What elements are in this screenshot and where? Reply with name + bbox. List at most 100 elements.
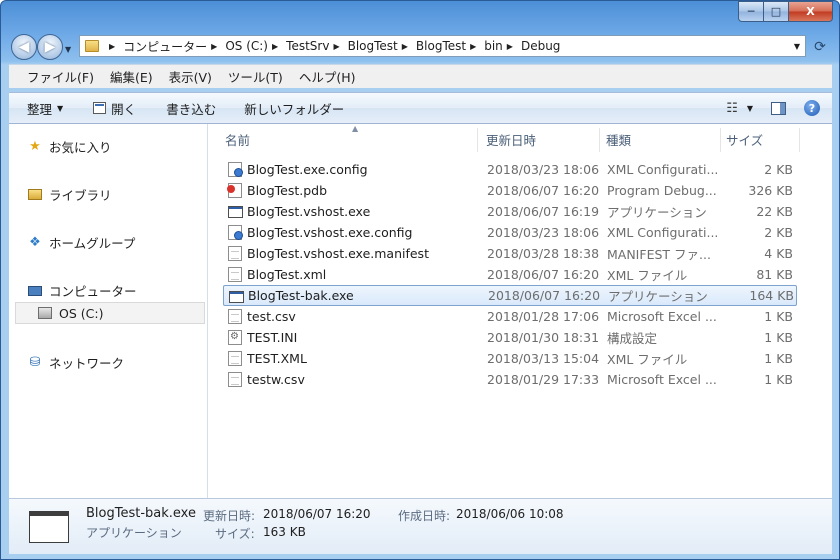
file-row[interactable]: TEST.INI 2018/01/30 18:31 構成設定 1 KB: [223, 327, 797, 348]
address-bar[interactable]: ▶ コンピューター ▶ OS (C:) ▶ TestSrv ▶ BlogTest…: [79, 35, 806, 57]
menu-file[interactable]: ファイル(F): [27, 67, 94, 86]
breadcrumb-drive[interactable]: OS (C:): [225, 39, 268, 53]
explorer-window: ─ □ X ◀ ▶ ▼ ▶ コンピューター ▶ OS (C:) ▶ TestSr…: [0, 0, 840, 560]
maximize-button[interactable]: □: [764, 1, 789, 22]
file-row[interactable]: testw.csv 2018/01/29 17:33 Microsoft Excel…: [223, 369, 797, 390]
column-header-name[interactable]: 名前: [225, 130, 250, 149]
file-row[interactable]: BlogTest.vshost.exe 2018/06/07 16:19 アプリケー…: [223, 201, 797, 222]
chevron-down-icon[interactable]: ▼: [747, 104, 753, 113]
menu-tools[interactable]: ツール(T): [228, 67, 283, 86]
forward-button[interactable]: ▶: [37, 34, 63, 60]
file-type: Program Debug...: [607, 183, 717, 198]
breadcrumb-computer[interactable]: コンピューター: [123, 38, 207, 55]
breadcrumb-arrow-icon[interactable]: ▶: [402, 42, 408, 51]
column-header-size[interactable]: サイズ: [726, 130, 763, 149]
exe-icon: [228, 206, 243, 218]
minimize-button[interactable]: ─: [738, 1, 764, 22]
forward-arrow-icon: ▶: [44, 39, 56, 55]
column-divider[interactable]: [720, 128, 721, 152]
file-date: 2018/06/07 16:20: [487, 267, 600, 282]
file-row[interactable]: BlogTest.vshost.exe.config 2018/03/23 18:…: [223, 222, 797, 243]
file-name: testw.csv: [247, 372, 305, 387]
recent-pages-dropdown[interactable]: ▼: [65, 45, 71, 54]
column-header-date[interactable]: 更新日時: [486, 130, 536, 149]
file-date: 2018/06/07 16:20: [487, 183, 600, 198]
column-divider[interactable]: [599, 128, 600, 152]
file-date: 2018/03/23 18:06: [487, 225, 600, 240]
column-divider[interactable]: [799, 128, 800, 152]
back-button[interactable]: ◀: [11, 34, 37, 60]
breadcrumb-blogtest[interactable]: BlogTest: [348, 39, 398, 53]
nav-favorites-label: お気に入り: [49, 140, 112, 155]
organize-button[interactable]: 整理 ▼: [27, 99, 63, 118]
nav-drive-c[interactable]: OS (C:): [37, 305, 103, 321]
breadcrumb-debug[interactable]: Debug: [521, 39, 560, 53]
burn-button[interactable]: 書き込む: [166, 99, 216, 118]
details-type: アプリケーション: [86, 526, 182, 540]
column-divider[interactable]: [477, 128, 478, 152]
document-icon: [228, 267, 242, 282]
file-size: 81 KB: [756, 267, 793, 282]
menu-edit[interactable]: 編集(E): [110, 67, 153, 86]
new-folder-button[interactable]: 新しいフォルダー: [244, 99, 344, 118]
breadcrumb-blogtest-sub[interactable]: BlogTest: [416, 39, 466, 53]
breadcrumb-arrow-icon[interactable]: ▶: [470, 42, 476, 51]
file-size: 4 KB: [764, 246, 793, 261]
file-row[interactable]: BlogTest.vshost.exe.manifest 2018/03/28 1…: [223, 243, 797, 264]
menu-bar: ファイル(F) 編集(E) 表示(V) ツール(T) ヘルプ(H): [9, 64, 832, 88]
breadcrumb-arrow-icon[interactable]: ▶: [333, 42, 339, 51]
file-row[interactable]: BlogTest.xml 2018/06/07 16:20 XML ファイル 81 K…: [223, 264, 797, 285]
nav-drive-label: OS (C:): [59, 305, 104, 321]
nav-libraries-label: ライブラリ: [49, 188, 112, 203]
pdb-icon: [227, 183, 242, 198]
file-size: 326 KB: [748, 183, 793, 198]
organize-label: 整理: [27, 101, 53, 117]
content-area: ★ お気に入り ライブラリ ❖ ホームグループ コンピューター OS (C:): [9, 124, 832, 498]
file-row[interactable]: test.csv 2018/01/28 17:06 Microsoft Excel …: [223, 306, 797, 327]
view-options-icon[interactable]: ☷: [726, 101, 738, 116]
refresh-button[interactable]: ⟳: [809, 37, 831, 57]
file-date: 2018/03/23 18:06: [487, 162, 600, 177]
nav-network[interactable]: ⛁ ネットワーク: [27, 353, 124, 372]
breadcrumb-arrow-icon[interactable]: ▶: [272, 42, 278, 51]
file-size: 2 KB: [764, 225, 793, 240]
network-icon: ⛁: [29, 355, 41, 370]
column-header-type[interactable]: 種類: [606, 130, 631, 149]
breadcrumb-testsrv[interactable]: TestSrv: [286, 39, 329, 53]
file-type: XML ファイル: [607, 352, 688, 367]
nav-homegroup[interactable]: ❖ ホームグループ: [27, 233, 135, 252]
file-type: XML ファイル: [607, 268, 688, 283]
menu-help[interactable]: ヘルプ(H): [299, 67, 356, 86]
menu-view[interactable]: 表示(V): [169, 67, 212, 86]
file-name: test.csv: [247, 309, 296, 324]
breadcrumb-arrow-icon[interactable]: ▶: [507, 42, 513, 51]
preview-pane-icon[interactable]: [771, 101, 786, 115]
application-large-icon: [29, 511, 69, 543]
file-date: 2018/01/30 18:31: [487, 330, 600, 345]
star-icon: ★: [29, 139, 41, 154]
open-button[interactable]: 開く: [93, 99, 136, 118]
file-name: BlogTest.vshost.exe.manifest: [247, 246, 429, 261]
library-icon: [27, 187, 43, 203]
file-date: 2018/06/07 16:20: [488, 288, 601, 303]
open-label: 開く: [111, 101, 137, 117]
close-button[interactable]: X: [789, 1, 833, 22]
nav-favorites[interactable]: ★ お気に入り: [27, 137, 112, 156]
address-dropdown-icon[interactable]: ▼: [794, 42, 800, 51]
computer-icon: [27, 283, 43, 299]
file-row[interactable]: TEST.XML 2018/03/13 15:04 XML ファイル 1 KB: [223, 348, 797, 369]
nav-libraries[interactable]: ライブラリ: [27, 185, 112, 204]
back-arrow-icon: ◀: [18, 39, 30, 55]
nav-computer[interactable]: コンピューター: [27, 281, 137, 300]
breadcrumb-bin[interactable]: bin: [484, 39, 503, 53]
file-name: BlogTest.vshost.exe: [247, 204, 371, 219]
breadcrumb-arrow-icon[interactable]: ▶: [109, 42, 115, 51]
file-row-selected[interactable]: BlogTest-bak.exe 2018/06/07 16:20 アプリケーション…: [223, 285, 797, 306]
help-icon[interactable]: ?: [804, 100, 820, 116]
file-row[interactable]: BlogTest.exe.config 2018/03/23 18:06 XML C…: [223, 159, 797, 180]
file-size: 1 KB: [764, 330, 793, 345]
nav-computer-label: コンピューター: [49, 284, 137, 299]
breadcrumb-arrow-icon[interactable]: ▶: [211, 42, 217, 51]
refresh-icon: ⟳: [814, 39, 826, 55]
file-row[interactable]: BlogTest.pdb 2018/06/07 16:20 Program Debu…: [223, 180, 797, 201]
